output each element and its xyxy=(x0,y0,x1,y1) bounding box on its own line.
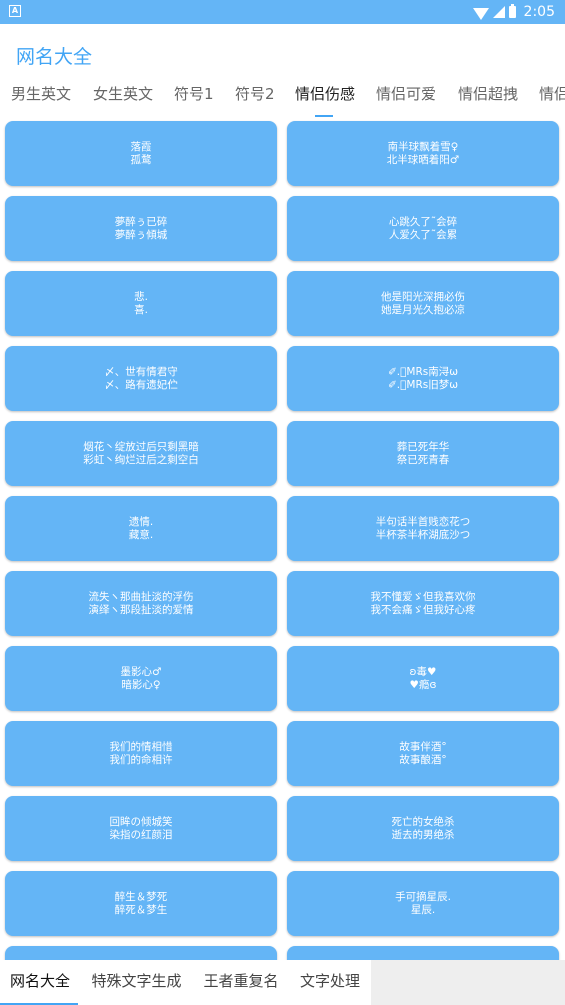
page-title: 网名大全 xyxy=(16,46,93,68)
nickname-card[interactable]: 〆、世有情君守 〆、路有遗妃伫 xyxy=(5,346,277,411)
nickname-card[interactable]: 心跳久了˜会碎 人爱久了˜会累 xyxy=(287,196,559,261)
nickname-card[interactable]: 悲. 喜. xyxy=(5,271,277,336)
tab-couple-cute[interactable]: 情侣可爱 xyxy=(376,80,436,116)
nickname-card[interactable]: 醉生＆梦死 醉死＆梦生 xyxy=(5,871,277,936)
nickname-card[interactable]: 回眸の倾城笑 染指の红颜泪 xyxy=(5,796,277,861)
tab-couple-cool[interactable]: 情侣超拽 xyxy=(458,80,518,116)
tab-female-english[interactable]: 女生英文 xyxy=(93,80,153,116)
notification-icon: A xyxy=(9,5,21,17)
tab-couple-more[interactable]: 情侣 xyxy=(539,80,565,116)
signal-icon xyxy=(492,6,505,18)
nickname-card[interactable]: 我们的情相惜 我们的命相许 xyxy=(5,721,277,786)
nav-special-text-generator[interactable]: 特殊文字生成 xyxy=(80,960,193,1005)
nickname-card[interactable]: 我不懂爱ゞ但我喜欢你 我不会痛ゞ但我好心疼 xyxy=(287,571,559,636)
nickname-card[interactable]: 遗情. 藏意. xyxy=(5,496,277,561)
nickname-card[interactable]: 故事伴酒° 故事酿酒° xyxy=(287,721,559,786)
app-bar: 网名大全 xyxy=(0,24,565,80)
nav-text-processing[interactable]: 文字处理 xyxy=(289,960,371,1005)
nickname-card[interactable]: 手可摘星辰. 星辰. xyxy=(287,871,559,936)
nickname-card[interactable]: 半句话半首贱恋花つ 半杯茶半杯湖底沙つ xyxy=(287,496,559,561)
nickname-card[interactable] xyxy=(5,946,277,960)
bottom-navigation: 网名大全 特殊文字生成 王者重复名 文字处理 xyxy=(0,960,565,1005)
nickname-card[interactable] xyxy=(287,946,559,960)
nickname-card[interactable]: ʚ毒♥ ♥瘾ɞ xyxy=(287,646,559,711)
nickname-card[interactable]: 南半球飘着雪♀ 北半球晒着阳♂ xyxy=(287,121,559,186)
nickname-card[interactable]: 落霞 孤鹜 xyxy=(5,121,277,186)
nickname-grid: 落霞 孤鹜 南半球飘着雪♀ 北半球晒着阳♂ 夢醉ぅ已碎 夢醉ぅ傾城 心跳久了˜会碎 人爱… xyxy=(0,120,565,960)
status-icons: 2:05 xyxy=(472,2,555,22)
nickname-card[interactable]: 死亡的女绝杀 逝去的男绝杀 xyxy=(287,796,559,861)
category-tabs: 男生英文 女生英文 符号1 符号2 情侣伤感 情侣可爱 情侣超拽 情侣 xyxy=(0,80,565,120)
nickname-card[interactable]: ✐.ﾞMRs南浔ω ✐.ﾞMRs旧梦ω xyxy=(287,346,559,411)
nickname-card[interactable]: 烟花丶绽放过后只剩黑暗 彩虹丶绚烂过后之剩空白 xyxy=(5,421,277,486)
nickname-card[interactable]: 葬已死年华 祭已死青春 xyxy=(287,421,559,486)
nav-honor-of-kings-duplicate-name[interactable]: 王者重复名 xyxy=(193,960,289,1005)
nickname-card[interactable]: 夢醉ぅ已碎 夢醉ぅ傾城 xyxy=(5,196,277,261)
wifi-icon xyxy=(472,7,489,20)
tab-male-english[interactable]: 男生英文 xyxy=(11,80,71,116)
battery-icon xyxy=(508,4,516,18)
nickname-card[interactable]: 流失ヽ那曲扯淡的浮伤 演绎ヽ那段扯淡的爱情 xyxy=(5,571,277,636)
active-tab-indicator xyxy=(315,115,333,117)
tab-couple-sad[interactable]: 情侣伤感 xyxy=(295,80,355,116)
tab-symbol-2[interactable]: 符号2 xyxy=(235,80,275,116)
status-bar: A 2:05 xyxy=(0,0,565,24)
nickname-card[interactable]: 墨影心♂ 暗影心♀ xyxy=(5,646,277,711)
nickname-card[interactable]: 他是阳光深拥必伤 她是月光久抱必凉 xyxy=(287,271,559,336)
nav-nickname-collection[interactable]: 网名大全 xyxy=(0,960,80,1005)
tab-symbol-1[interactable]: 符号1 xyxy=(174,80,214,116)
status-time: 2:05 xyxy=(523,4,555,20)
